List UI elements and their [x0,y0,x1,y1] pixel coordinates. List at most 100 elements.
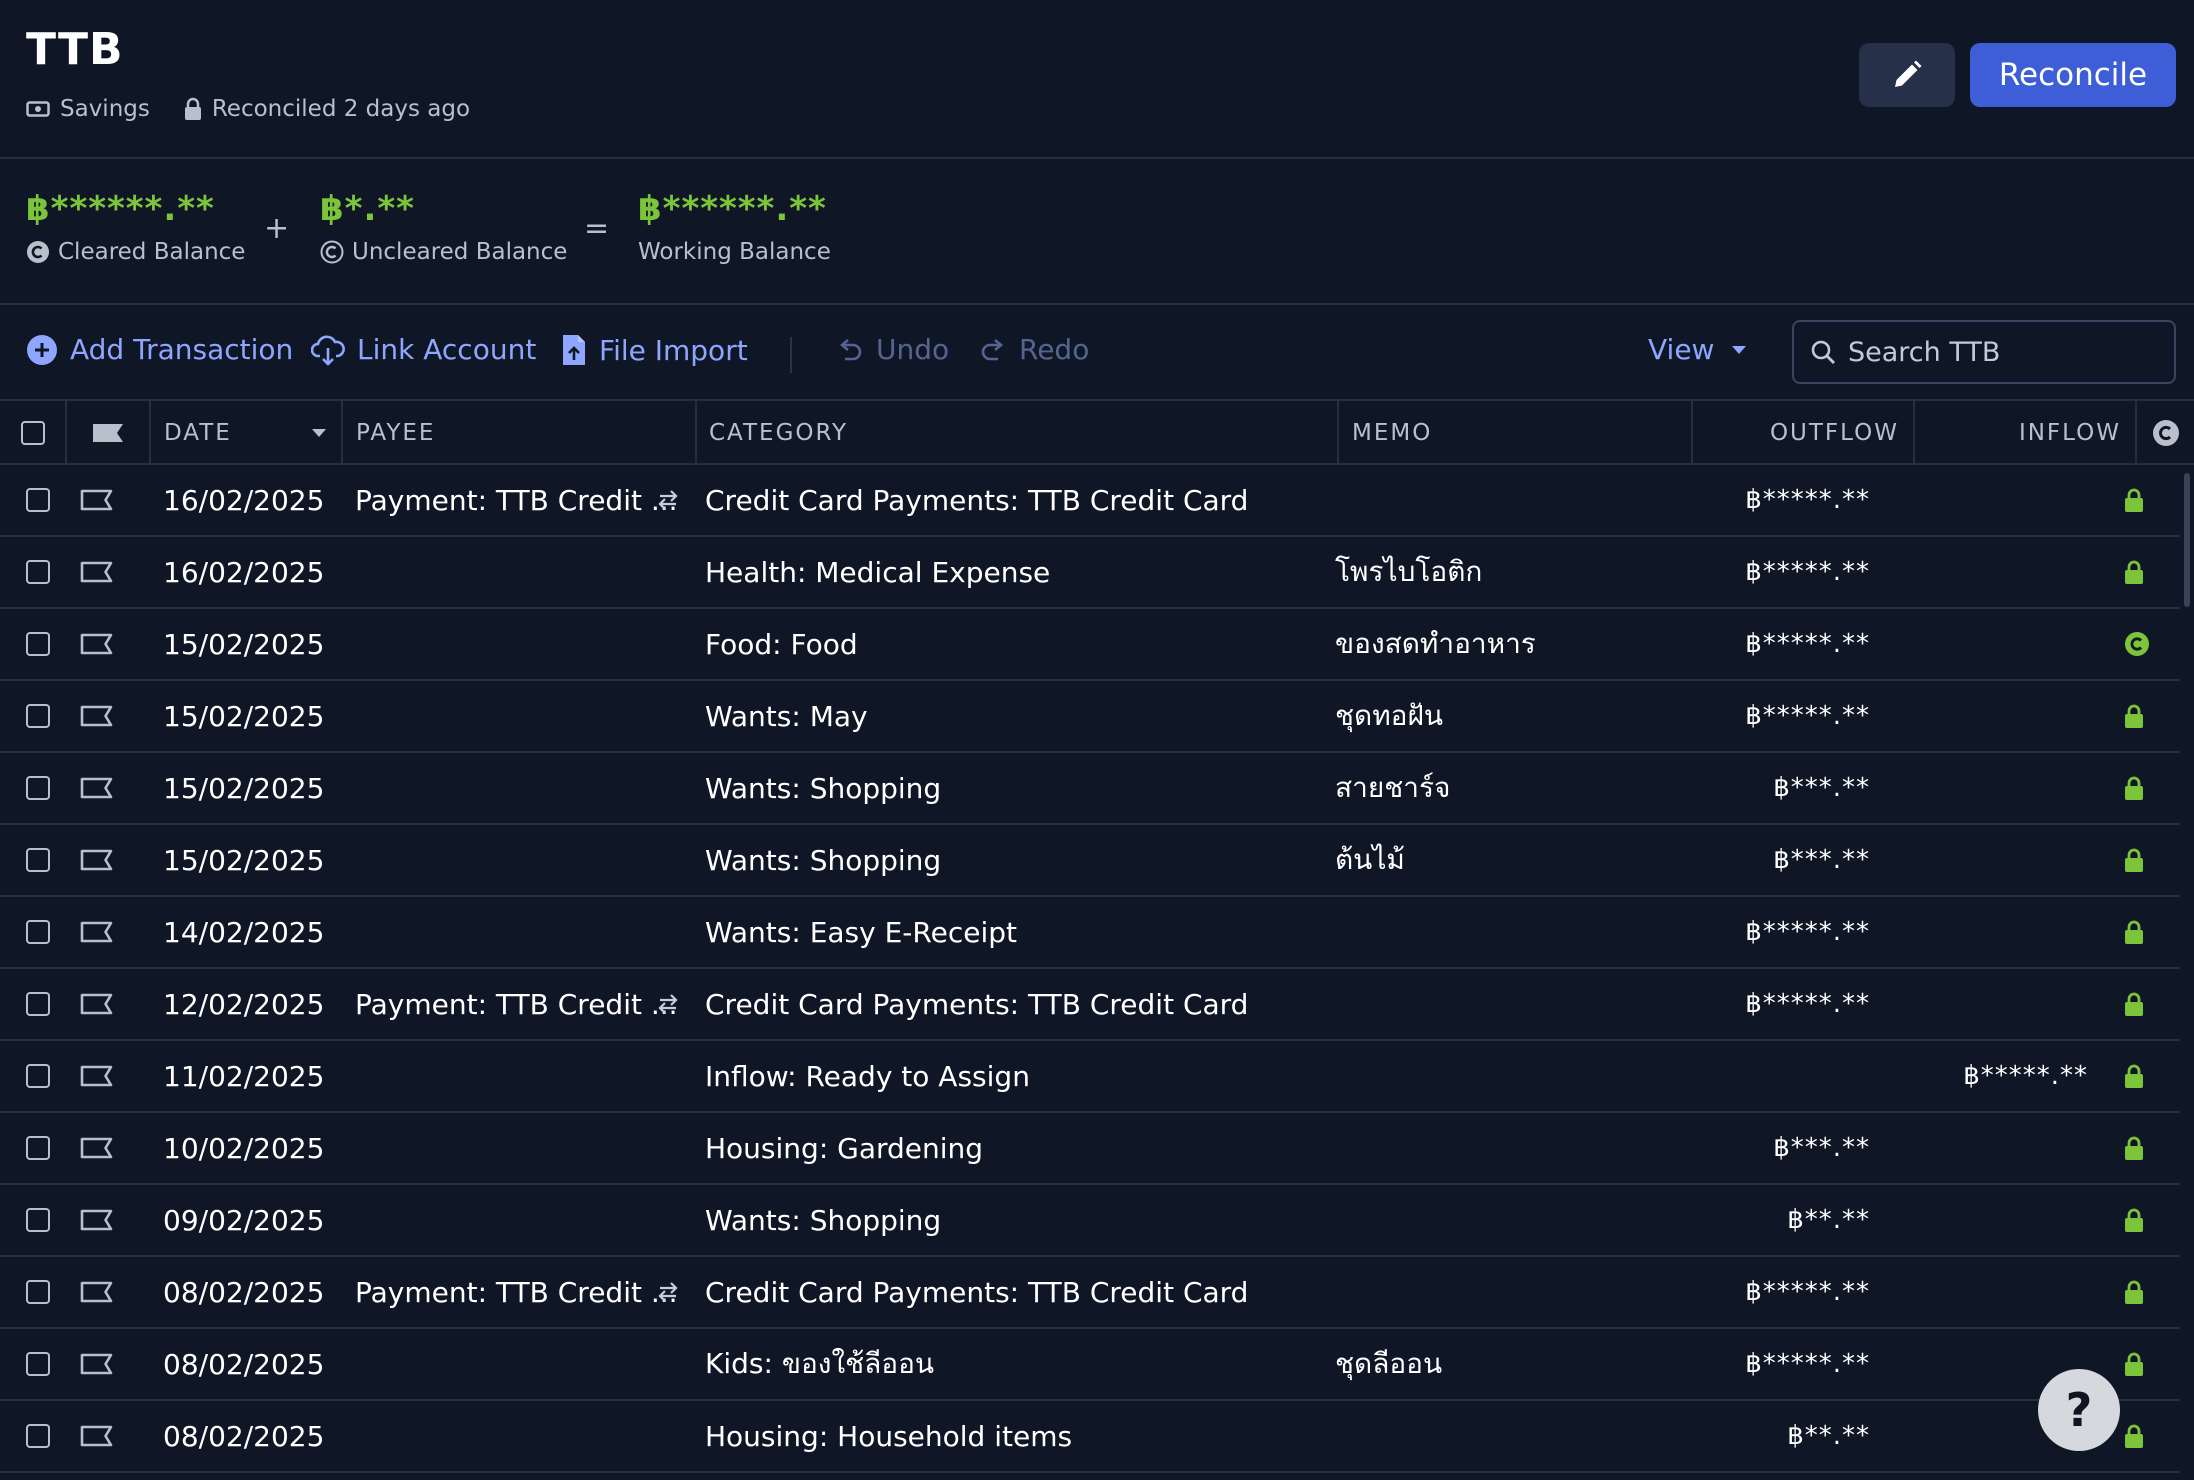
transaction-row[interactable]: 16/02/2025 Payment: TTB Credit ... Credi… [0,465,2180,537]
row-inflow[interactable] [1870,609,2088,679]
row-outflow[interactable]: ฿*****.** [1640,1257,1870,1327]
row-memo[interactable]: ชุดลีออน [1335,1329,1442,1399]
row-status[interactable] [2124,1041,2144,1111]
row-date[interactable]: 08/02/2025 [163,1401,324,1471]
row-inflow[interactable]: ฿*****.** [1870,1041,2088,1111]
row-inflow[interactable] [1870,897,2088,967]
row-category[interactable]: Health: Medical Expense [705,537,1050,607]
row-payee[interactable] [355,1041,685,1111]
row-memo[interactable]: ชุดทอฝัน [1335,681,1443,751]
row-date[interactable]: 08/02/2025 [163,1329,324,1399]
row-status[interactable] [2124,1401,2144,1471]
row-outflow[interactable] [1640,1041,1870,1111]
row-memo[interactable]: โพรไบโอติก [1335,537,1482,607]
payee-column-header[interactable]: PAYEE [343,401,697,465]
row-date[interactable]: 10/02/2025 [163,1113,324,1183]
row-payee[interactable] [355,537,685,607]
transaction-row[interactable]: 14/02/2025 Wants: Easy E-Receipt ฿*****.… [0,897,2180,969]
row-status[interactable] [2124,1185,2144,1255]
transaction-row[interactable]: 08/02/2025 Kids: ของใช้ลีออน ชุดลีออน ฿*… [0,1329,2180,1401]
search-box[interactable] [1792,320,2176,384]
transaction-row[interactable]: 16/02/2025 Health: Medical Expense โพรไบ… [0,537,2180,609]
row-flag[interactable] [80,969,114,1039]
row-flag[interactable] [80,1113,114,1183]
row-flag[interactable] [80,465,114,535]
row-payee[interactable] [355,1185,685,1255]
row-date[interactable]: 08/02/2025 [163,1257,324,1327]
row-category[interactable]: Kids: ของใช้ลีออน [705,1329,934,1399]
row-checkbox[interactable] [26,776,50,800]
row-status[interactable] [2124,969,2144,1039]
row-inflow[interactable] [1870,969,2088,1039]
row-category[interactable]: Wants: Shopping [705,825,941,895]
link-account-button[interactable]: Link Account [311,333,536,366]
row-payee[interactable]: Payment: TTB Credit ... [355,969,685,1039]
row-flag[interactable] [80,825,114,895]
transaction-row[interactable]: 08/02/2025 Housing: Household items ฿**.… [0,1401,2180,1473]
row-flag[interactable] [80,1185,114,1255]
row-outflow[interactable]: ฿***.** [1640,1113,1870,1183]
flag-column-header[interactable] [67,401,151,465]
row-inflow[interactable] [1870,537,2088,607]
row-checkbox[interactable] [26,560,50,584]
row-memo[interactable]: ต้นไม้ [1335,825,1405,895]
search-input[interactable] [1848,336,2168,368]
row-outflow[interactable]: ฿*****.** [1640,609,1870,679]
row-flag[interactable] [80,609,114,679]
row-category[interactable]: Credit Card Payments: TTB Credit Card [705,969,1248,1039]
add-transaction-button[interactable]: Add Transaction [26,333,293,366]
row-flag[interactable] [80,681,114,751]
row-status[interactable] [2124,1113,2144,1183]
row-payee[interactable] [355,897,685,967]
row-status[interactable] [2124,1257,2144,1327]
row-inflow[interactable] [1870,1185,2088,1255]
date-column-header[interactable]: DATE [151,401,343,465]
row-outflow[interactable]: ฿**.** [1640,1185,1870,1255]
row-payee[interactable]: Payment: TTB Credit ... [355,465,685,535]
row-date[interactable]: 14/02/2025 [163,897,324,967]
row-status[interactable] [2124,753,2144,823]
row-payee[interactable] [355,1113,685,1183]
row-category[interactable]: Wants: Easy E-Receipt [705,897,1017,967]
transaction-row[interactable]: 15/02/2025 Wants: Shopping สายชาร์จ ฿***… [0,753,2180,825]
row-checkbox[interactable] [26,1424,50,1448]
row-outflow[interactable]: ฿*****.** [1640,969,1870,1039]
row-category[interactable]: Housing: Household items [705,1401,1072,1471]
row-flag[interactable] [80,537,114,607]
transaction-row[interactable]: 10/02/2025 Housing: Gardening ฿***.** [0,1113,2180,1185]
row-category[interactable]: Wants: Shopping [705,753,941,823]
row-outflow[interactable]: ฿*****.** [1640,537,1870,607]
transaction-row[interactable]: 09/02/2025 Wants: Shopping ฿**.** [0,1185,2180,1257]
row-memo[interactable]: สายชาร์จ [1335,753,1450,823]
row-flag[interactable] [80,1257,114,1327]
row-payee[interactable] [355,1401,685,1471]
row-checkbox[interactable] [26,704,50,728]
row-checkbox[interactable] [26,1208,50,1232]
row-payee[interactable] [355,609,685,679]
row-outflow[interactable]: ฿**.** [1640,1401,1870,1471]
row-checkbox[interactable] [26,1352,50,1376]
row-outflow[interactable]: ฿*****.** [1640,465,1870,535]
row-checkbox[interactable] [26,848,50,872]
row-outflow[interactable]: ฿***.** [1640,753,1870,823]
outflow-column-header[interactable]: OUTFLOW [1693,401,1915,465]
memo-column-header[interactable]: MEMO [1339,401,1693,465]
row-flag[interactable] [80,1401,114,1471]
row-payee[interactable] [355,825,685,895]
inflow-column-header[interactable]: INFLOW [1915,401,2137,465]
row-payee[interactable]: Payment: TTB Credit ... [355,1257,685,1327]
row-date[interactable]: 15/02/2025 [163,609,324,679]
row-inflow[interactable] [1870,1257,2088,1327]
help-button[interactable]: ? [2038,1369,2120,1451]
row-flag[interactable] [80,753,114,823]
row-status[interactable] [2124,465,2144,535]
transaction-row[interactable]: 08/02/2025 Payment: TTB Credit ... Credi… [0,1257,2180,1329]
row-date[interactable]: 12/02/2025 [163,969,324,1039]
file-import-button[interactable]: File Import [561,333,748,367]
row-inflow[interactable] [1870,465,2088,535]
row-checkbox[interactable] [26,1136,50,1160]
row-flag[interactable] [80,1329,114,1399]
row-category[interactable]: Credit Card Payments: TTB Credit Card [705,465,1248,535]
row-payee[interactable] [355,1329,685,1399]
select-all-checkbox[interactable] [20,421,45,445]
